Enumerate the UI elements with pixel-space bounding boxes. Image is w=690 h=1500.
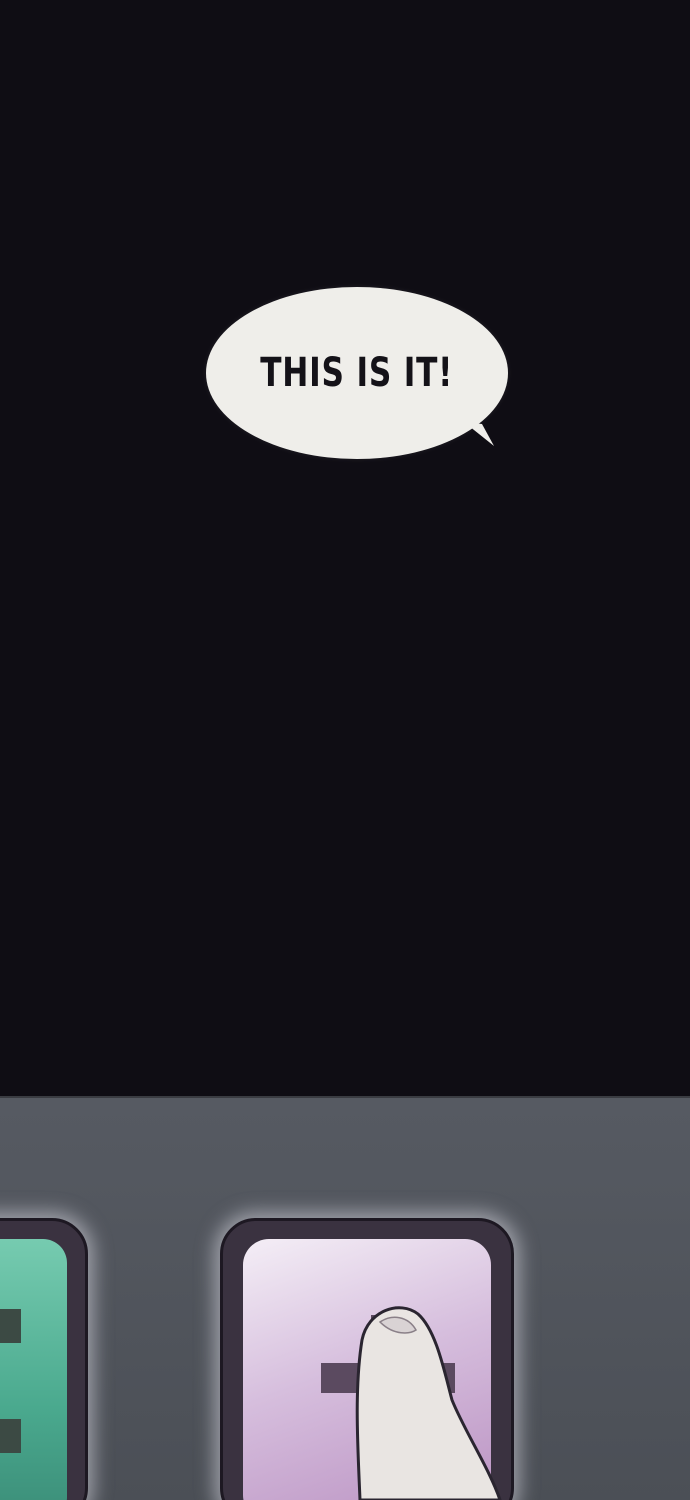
equals-key-button[interactable] xyxy=(0,1218,88,1500)
speech-bubble-tail xyxy=(464,422,494,446)
finger-pressing-illustration xyxy=(355,1306,502,1500)
dark-panel: THIS IS IT! xyxy=(0,0,690,1096)
equals-icon-lower xyxy=(0,1419,21,1453)
comic-page: THIS IS IT! xyxy=(0,0,690,1500)
equals-icon xyxy=(0,1309,21,1343)
speech-bubble-text: THIS IS IT! xyxy=(260,350,454,396)
equals-key-face xyxy=(0,1239,67,1500)
